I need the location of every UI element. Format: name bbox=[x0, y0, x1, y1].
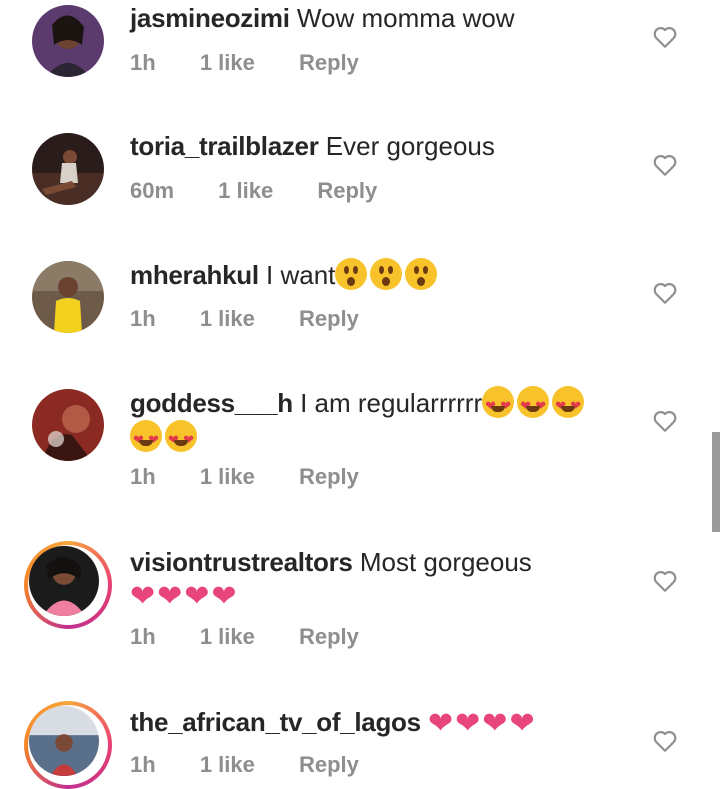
heart-outline-icon[interactable] bbox=[652, 728, 678, 754]
heart-eyes-emoji-icon bbox=[165, 420, 197, 452]
scrollbar[interactable] bbox=[712, 432, 720, 532]
astonished-emoji-icon bbox=[335, 258, 368, 290]
comment-likes[interactable]: 1 like bbox=[200, 50, 255, 76]
pink-heart-emoji-icon: ❤ bbox=[482, 707, 508, 740]
comment-text: Most gorgeous bbox=[359, 547, 532, 577]
comment-likes[interactable]: 1 like bbox=[200, 624, 255, 650]
reply-button[interactable]: Reply bbox=[299, 752, 359, 778]
comment-time: 1h bbox=[130, 50, 156, 75]
heart-outline-icon[interactable] bbox=[652, 24, 678, 50]
pink-heart-emoji-icon: ❤ bbox=[509, 707, 535, 740]
pink-heart-emoji-icon: ❤ bbox=[455, 707, 481, 740]
avatar-with-story-ring[interactable] bbox=[24, 541, 112, 629]
comment-time: 60m bbox=[130, 178, 175, 203]
reply-button[interactable]: Reply bbox=[299, 464, 359, 490]
avatar[interactable] bbox=[32, 261, 104, 333]
comment-text: I am regularrrrrr bbox=[300, 388, 483, 418]
comment-text: Wow momma wow bbox=[296, 3, 515, 33]
comment-username[interactable]: jasmineozimi bbox=[130, 3, 290, 33]
comment-likes[interactable]: 1 like bbox=[200, 306, 255, 332]
avatar[interactable] bbox=[32, 133, 104, 205]
comment-time: 1h bbox=[130, 464, 156, 489]
pink-heart-emoji-icon: ❤ bbox=[130, 580, 156, 613]
pink-heart-emoji-icon: ❤ bbox=[157, 580, 183, 613]
comment-likes[interactable]: 1 like bbox=[200, 752, 255, 778]
comment-likes[interactable]: 1 like bbox=[218, 178, 273, 204]
astonished-emoji-icon bbox=[370, 258, 403, 290]
heart-outline-icon[interactable] bbox=[652, 280, 678, 306]
comment-text: Ever gorgeous bbox=[325, 131, 495, 161]
comment-likes[interactable]: 1 like bbox=[200, 464, 255, 490]
heart-eyes-emoji-icon bbox=[130, 420, 162, 452]
heart-eyes-emoji-icon bbox=[552, 386, 585, 418]
comment-time: 1h bbox=[130, 624, 156, 649]
comment-username[interactable]: the_african_tv_of_lagos bbox=[130, 707, 421, 737]
comment-time: 1h bbox=[130, 752, 156, 777]
avatar-with-story-ring[interactable] bbox=[24, 701, 112, 789]
reply-button[interactable]: Reply bbox=[317, 178, 377, 204]
comment-username[interactable]: visiontrustrealtors bbox=[130, 547, 353, 577]
avatar[interactable] bbox=[32, 5, 104, 77]
comment-username[interactable]: goddess___h bbox=[130, 388, 293, 418]
reply-button[interactable]: Reply bbox=[299, 306, 359, 332]
pink-heart-emoji-icon: ❤ bbox=[428, 707, 454, 740]
heart-outline-icon[interactable] bbox=[652, 152, 678, 178]
comment-text: I want bbox=[266, 260, 336, 290]
heart-eyes-emoji-icon bbox=[517, 386, 550, 418]
avatar[interactable] bbox=[32, 389, 104, 461]
pink-heart-emoji-icon: ❤ bbox=[184, 580, 210, 613]
heart-outline-icon[interactable] bbox=[652, 408, 678, 434]
heart-outline-icon[interactable] bbox=[652, 568, 678, 594]
reply-button[interactable]: Reply bbox=[299, 624, 359, 650]
astonished-emoji-icon bbox=[405, 258, 438, 290]
pink-heart-emoji-icon: ❤ bbox=[211, 580, 237, 613]
reply-button[interactable]: Reply bbox=[299, 50, 359, 76]
comment-time: 1h bbox=[130, 306, 156, 331]
comment-username[interactable]: toria_trailblazer bbox=[130, 131, 319, 161]
comment-username[interactable]: mherahkul bbox=[130, 260, 259, 290]
heart-eyes-emoji-icon bbox=[482, 386, 515, 418]
